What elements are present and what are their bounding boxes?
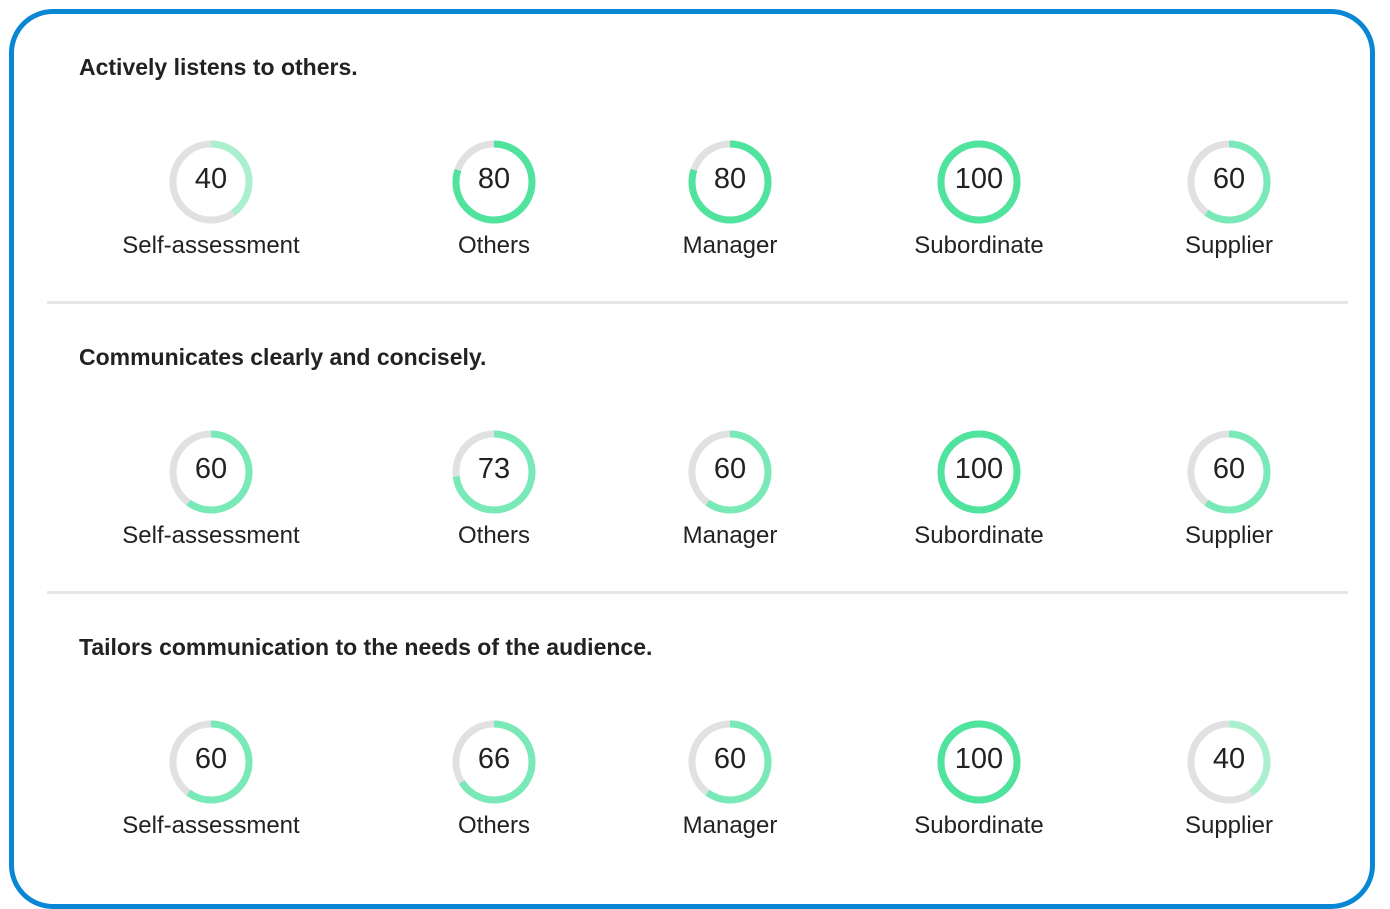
section-title: Tailors communication to the needs of th… (79, 634, 653, 660)
score-ring: 100 (935, 718, 1023, 806)
score-value: 66 (477, 743, 511, 775)
score-value: 100 (954, 163, 1004, 195)
score-gauge: 60 Manager (610, 428, 850, 550)
score-gauge: 100 Subordinate (859, 428, 1099, 550)
score-gauge: 80 Others (374, 138, 614, 260)
section-divider (47, 301, 1348, 304)
rater-label: Self-assessment (122, 232, 300, 259)
score-gauge: 66 Others (374, 718, 614, 840)
score-gauge: 40 Self-assessment (91, 138, 331, 260)
score-ring: 80 (686, 138, 774, 226)
score-ring: 40 (167, 138, 255, 226)
score-value: 100 (954, 743, 1004, 775)
score-gauge: 60 Manager (610, 718, 850, 840)
score-gauge: 60 Self-assessment (91, 428, 331, 550)
score-ring: 60 (167, 428, 255, 516)
rater-label: Self-assessment (122, 522, 300, 549)
rater-label: Supplier (1184, 812, 1274, 839)
section-title: Actively listens to others. (79, 54, 358, 80)
score-gauge: 60 Supplier (1109, 428, 1349, 550)
score-ring: 40 (1185, 718, 1273, 806)
score-gauge: 100 Subordinate (859, 138, 1099, 260)
section-title: Communicates clearly and concisely. (79, 344, 487, 370)
section-divider (47, 591, 1348, 594)
score-value: 80 (477, 163, 511, 195)
rater-label: Manager (682, 812, 778, 839)
rater-label: Supplier (1184, 232, 1274, 259)
score-gauge: 60 Supplier (1109, 138, 1349, 260)
score-value: 60 (1212, 453, 1246, 485)
score-gauge: 73 Others (374, 428, 614, 550)
rater-label: Supplier (1184, 522, 1274, 549)
rater-label: Self-assessment (122, 812, 300, 839)
score-ring: 60 (1185, 428, 1273, 516)
score-ring: 60 (167, 718, 255, 806)
score-value: 40 (1212, 743, 1246, 775)
score-value: 60 (194, 743, 228, 775)
score-ring: 60 (686, 428, 774, 516)
rater-label: Subordinate (914, 522, 1044, 549)
score-value: 60 (194, 453, 228, 485)
score-value: 60 (713, 743, 747, 775)
score-gauge: 80 Manager (610, 138, 850, 260)
score-ring: 100 (935, 428, 1023, 516)
score-ring: 80 (450, 138, 538, 226)
score-value: 40 (194, 163, 228, 195)
rater-label: Others (457, 232, 531, 259)
score-value: 100 (954, 453, 1004, 485)
rater-label: Subordinate (914, 232, 1044, 259)
rater-label: Manager (682, 522, 778, 549)
rater-label: Others (457, 522, 531, 549)
score-value: 60 (713, 453, 747, 485)
score-gauge: 60 Self-assessment (91, 718, 331, 840)
score-gauge: 40 Supplier (1109, 718, 1349, 840)
score-ring: 60 (686, 718, 774, 806)
score-ring: 73 (450, 428, 538, 516)
rater-label: Subordinate (914, 812, 1044, 839)
score-ring: 66 (450, 718, 538, 806)
rater-label: Others (457, 812, 531, 839)
score-ring: 100 (935, 138, 1023, 226)
score-value: 60 (1212, 163, 1246, 195)
rater-label: Manager (682, 232, 778, 259)
score-value: 80 (713, 163, 747, 195)
score-ring: 60 (1185, 138, 1273, 226)
score-gauge: 100 Subordinate (859, 718, 1099, 840)
score-value: 73 (477, 453, 511, 485)
